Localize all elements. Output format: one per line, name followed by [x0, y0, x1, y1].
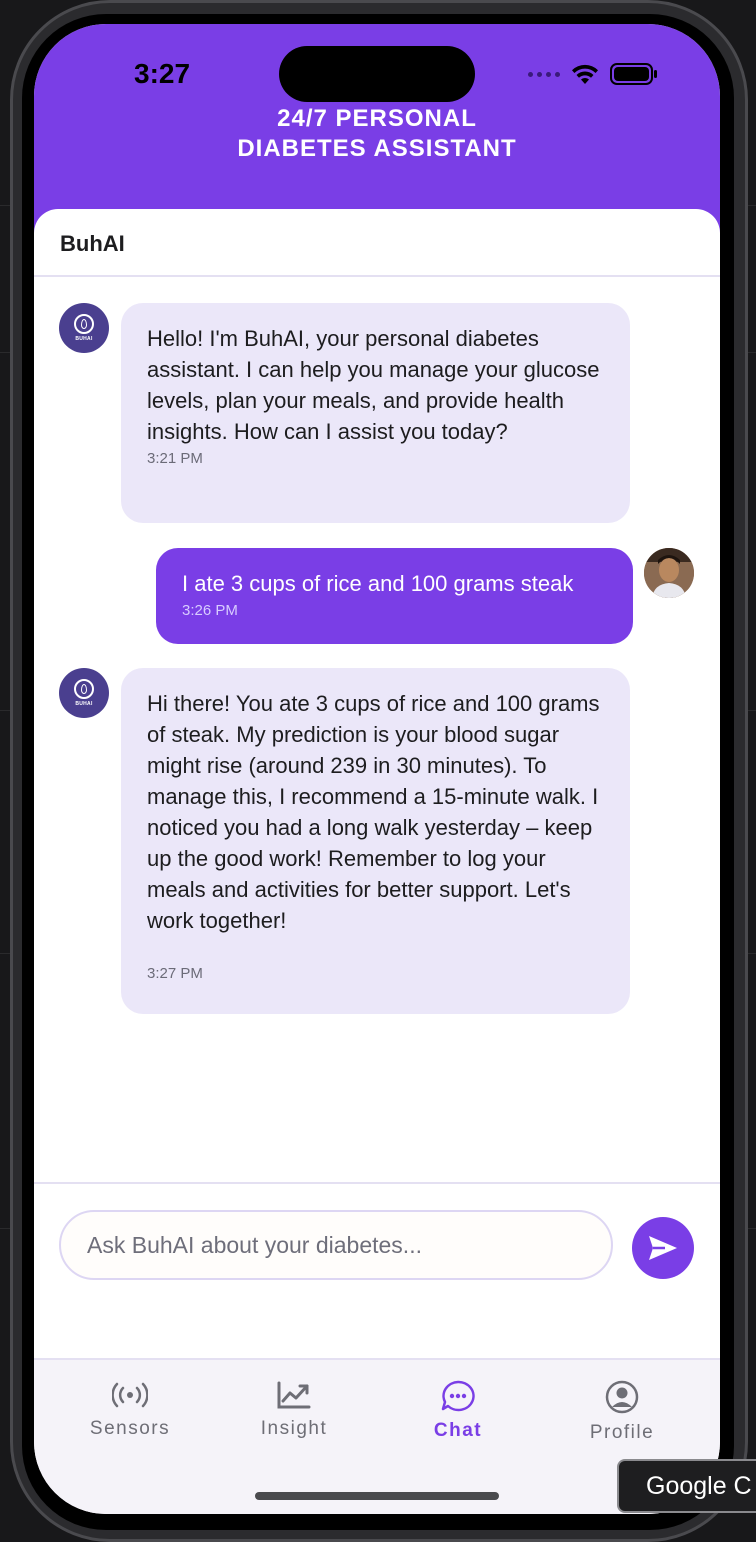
- tab-label: Sensors: [89, 1418, 171, 1439]
- tab-sensors[interactable]: Sensors: [45, 1380, 215, 1440]
- battery-icon: [610, 63, 657, 85]
- chat-message-input[interactable]: [59, 1210, 613, 1280]
- bot-avatar-label: BUHAI: [75, 336, 93, 342]
- home-indicator[interactable]: [255, 1492, 499, 1500]
- bot-avatar: BUHAI: [59, 303, 109, 353]
- leaf-icon: [74, 679, 94, 699]
- header-title-line2: DIABETES ASSISTANT: [237, 135, 517, 162]
- message-text: I ate 3 cups of rice and 100 grams steak: [182, 571, 574, 596]
- message-time: 3:27 PM: [147, 965, 203, 982]
- sensors-icon: [112, 1382, 148, 1408]
- dynamic-island: [279, 46, 475, 102]
- status-time: 3:27: [134, 58, 191, 89]
- signal-icon: [528, 71, 560, 77]
- message-time: 3:26 PM: [182, 602, 238, 619]
- leaf-icon: [74, 314, 94, 334]
- tab-label: Profile: [589, 1422, 655, 1443]
- bot-message-bubble: Hello! I'm BuhAI, your personal diabetes…: [121, 303, 630, 523]
- message-composer: [34, 1184, 720, 1358]
- send-icon: [649, 1236, 677, 1260]
- header-title-line1: 24/7 PERSONAL: [277, 105, 477, 132]
- user-message-bubble: I ate 3 cups of rice and 100 grams steak…: [156, 548, 633, 644]
- bot-message-bubble: Hi there! You ate 3 cups of rice and 100…: [121, 668, 630, 1014]
- phone-screen: 3:27 24/7 PERSONAL DIABETES ASSISTANT Bu…: [34, 24, 720, 1514]
- message-time: 3:21 PM: [147, 450, 203, 467]
- tab-profile[interactable]: Profile: [537, 1380, 707, 1444]
- tab-chat[interactable]: Chat: [373, 1380, 543, 1442]
- send-button[interactable]: [632, 1217, 694, 1279]
- message-text: Hi there! You ate 3 cups of rice and 100…: [147, 691, 600, 933]
- tooltip: Google C: [617, 1459, 756, 1513]
- chart-trend-icon: [277, 1381, 311, 1409]
- tab-label: Insight: [260, 1418, 328, 1439]
- status-icons: [528, 62, 658, 86]
- tab-label: Chat: [433, 1420, 483, 1441]
- bot-avatar: BUHAI: [59, 668, 109, 718]
- header-title: 24/7 PERSONAL DIABETES ASSISTANT: [34, 104, 720, 164]
- chat-title: BuhAI: [60, 231, 125, 256]
- chat-bubble-icon: [441, 1380, 475, 1412]
- user-circle-icon: [605, 1380, 639, 1414]
- user-avatar: [644, 548, 694, 598]
- wifi-icon: [572, 64, 598, 84]
- bot-avatar-label: BUHAI: [75, 701, 93, 707]
- message-text: Hello! I'm BuhAI, your personal diabetes…: [147, 326, 600, 444]
- chat-title-divider: [34, 275, 720, 277]
- tab-insight[interactable]: Insight: [209, 1380, 379, 1440]
